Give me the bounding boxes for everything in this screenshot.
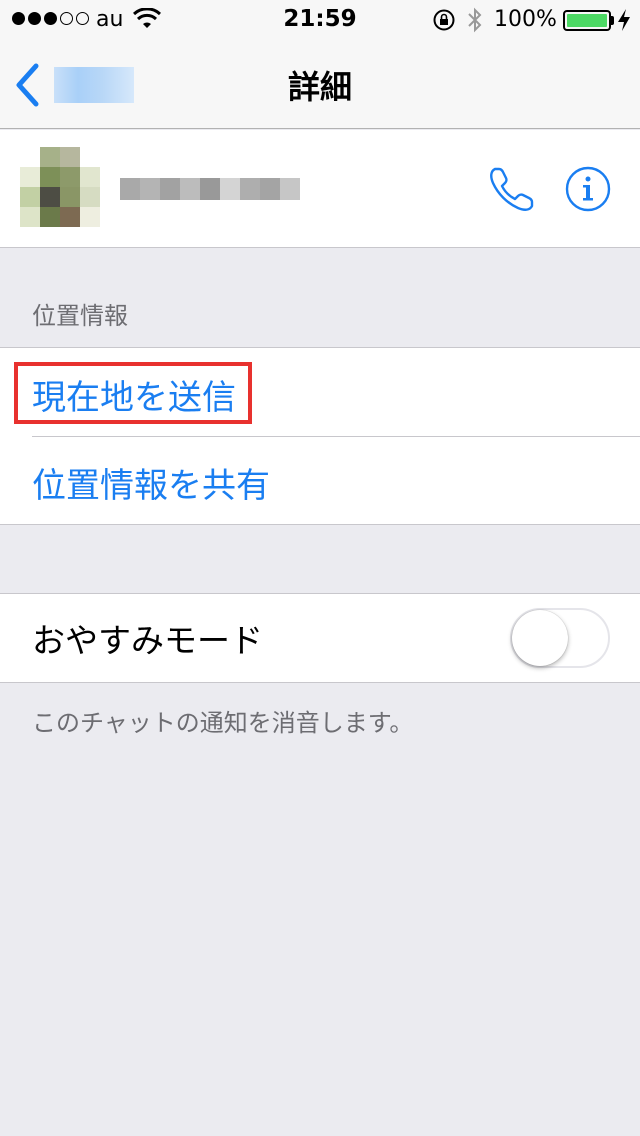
- dnd-label: おやすみモード: [32, 621, 263, 660]
- battery-percent: 100%: [494, 7, 557, 32]
- page-title: 詳細: [287, 68, 352, 106]
- battery-icon: [563, 10, 611, 31]
- rotation-lock-icon: [433, 9, 455, 31]
- avatar: [20, 147, 100, 227]
- section-header-location: 位置情報: [32, 302, 128, 330]
- status-bar: au 21:59 100%: [0, 0, 640, 40]
- row-separator: [32, 436, 640, 437]
- battery-tip: [611, 16, 614, 25]
- bluetooth-icon: [468, 7, 482, 33]
- dnd-group: おやすみモード: [0, 593, 640, 683]
- navigation-bar: 詳細: [0, 40, 640, 129]
- toggle-knob: [512, 610, 568, 666]
- contact-name-blurred: [120, 178, 300, 200]
- charging-icon: [618, 9, 630, 31]
- dnd-footer-note: このチャットの通知を消音します。: [32, 709, 414, 737]
- phone-icon[interactable]: [487, 164, 537, 214]
- contact-row: [0, 130, 640, 248]
- info-icon[interactable]: [565, 166, 611, 212]
- share-location-button[interactable]: 位置情報を共有: [32, 458, 270, 507]
- highlight-box: [14, 362, 252, 424]
- dnd-toggle[interactable]: [510, 608, 610, 668]
